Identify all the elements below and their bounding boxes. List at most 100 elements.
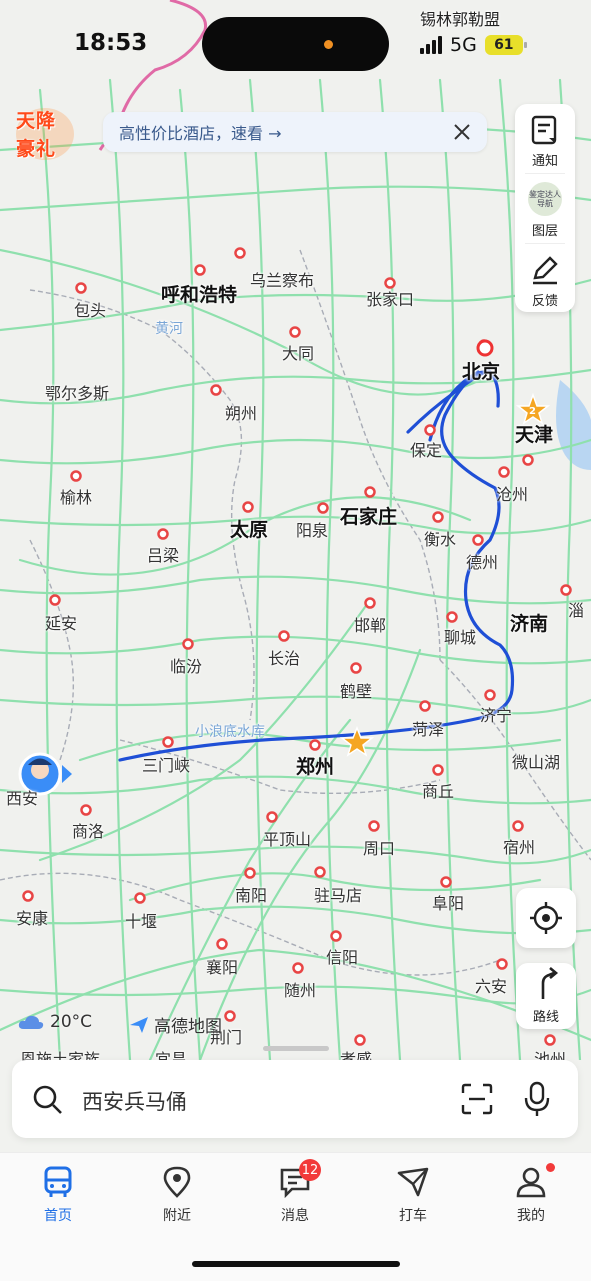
notification-button[interactable]: 通知 [515, 104, 575, 172]
city-dot [210, 384, 222, 396]
city-label[interactable]: 六安 [475, 973, 507, 997]
city-label[interactable]: 太原 [230, 515, 268, 542]
promo-badge-line2: 豪礼 [16, 138, 57, 160]
city-label[interactable]: 阳泉 [296, 517, 328, 541]
city-dot [544, 1034, 556, 1046]
notification-label: 通知 [531, 154, 558, 169]
city-label[interactable]: 鹤壁 [340, 678, 372, 702]
city-dot [432, 511, 444, 523]
feedback-icon [533, 256, 558, 285]
city-label[interactable]: 呼和浩特 [161, 280, 237, 307]
city-dot [419, 700, 431, 712]
city-label[interactable]: 北京 [462, 357, 500, 384]
city-dot [314, 866, 326, 878]
city-label[interactable]: 平顶山 [263, 826, 311, 850]
city-dot [134, 892, 146, 904]
city-dot [522, 454, 534, 466]
city-label[interactable]: 济宁 [480, 702, 512, 726]
status-time: 18:53 [74, 30, 148, 56]
feedback-button[interactable]: 反馈 [515, 244, 575, 312]
layers-button[interactable]: 鉴定达人导航 图层 [515, 174, 575, 242]
city-label[interactable]: 朔州 [225, 400, 257, 424]
city-label[interactable]: 微山湖 [512, 749, 560, 773]
city-dot [364, 597, 376, 609]
scan-icon[interactable] [460, 1082, 494, 1116]
city-label[interactable]: 衡水 [424, 526, 456, 550]
route-button[interactable]: 路线 [516, 963, 576, 1029]
city-label[interactable]: 三门峡 [142, 752, 190, 776]
battery-icon: 61 [484, 35, 527, 55]
city-label[interactable]: 济南 [510, 609, 548, 636]
city-label[interactable]: 长治 [268, 645, 300, 669]
city-label[interactable]: 商丘 [422, 778, 454, 802]
drawer-handle[interactable] [263, 1046, 329, 1051]
city-dot [70, 470, 82, 482]
water-label: 小浪底水库 [195, 724, 265, 740]
layers-icon: 鉴定达人导航 [528, 182, 562, 216]
city-dot [330, 930, 342, 942]
city-dot [440, 876, 452, 888]
city-label[interactable]: 西安 [6, 785, 38, 809]
city-label[interactable]: 驻马店 [314, 882, 362, 906]
close-icon[interactable] [449, 119, 475, 145]
city-dot [234, 247, 246, 259]
city-label[interactable]: 沧州 [496, 481, 528, 505]
message-badge: 12 [299, 1159, 321, 1181]
city-label[interactable]: 阜阳 [432, 890, 464, 914]
city-label[interactable]: 菏泽 [412, 716, 444, 740]
weather-widget[interactable]: 20°C [18, 1012, 92, 1032]
city-label[interactable]: 宿州 [503, 834, 535, 858]
city-label[interactable]: 榆林 [60, 484, 92, 508]
city-label[interactable]: 张家口 [366, 286, 414, 310]
locate-button[interactable] [516, 888, 576, 948]
city-dot [194, 264, 206, 276]
city-label[interactable]: 邯郸 [354, 612, 386, 636]
city-label[interactable]: 郑州 [296, 752, 334, 779]
city-label[interactable]: 淄 [568, 597, 584, 621]
city-label[interactable]: 大同 [282, 340, 314, 364]
crosshair-icon [530, 902, 562, 934]
city-label[interactable]: 临汾 [170, 653, 202, 677]
city-dot [182, 638, 194, 650]
city-dot [512, 820, 524, 832]
city-dot [424, 424, 436, 436]
city-label[interactable]: 随州 [284, 977, 316, 1001]
cloud-icon [18, 1015, 44, 1029]
city-label[interactable]: 鄂尔多斯 [45, 380, 109, 404]
city-label[interactable]: 安康 [16, 905, 48, 929]
city-label[interactable]: 包头 [74, 297, 106, 321]
city-dot [22, 890, 34, 902]
city-label[interactable]: 襄阳 [206, 954, 238, 978]
promo-badge[interactable]: 天降 豪礼 [14, 104, 76, 162]
city-dot [354, 1034, 366, 1046]
city-dot [162, 736, 174, 748]
side-toolbar: 通知 鉴定达人导航 图层 反馈 [515, 104, 575, 312]
tab-profile-label: 我的 [517, 1208, 545, 1224]
search-input[interactable]: 西安兵马俑 [82, 1086, 187, 1116]
city-label[interactable]: 商洛 [72, 818, 104, 842]
brand-name: 高德地图 [154, 1017, 222, 1037]
promo-banner[interactable]: 高性价比酒店，速看 → [103, 112, 487, 152]
tab-nearby-label: 附近 [163, 1208, 191, 1224]
city-label[interactable]: 延安 [45, 610, 77, 634]
tab-home-label: 首页 [44, 1208, 72, 1224]
city-label[interactable]: 保定 [410, 437, 442, 461]
city-label[interactable]: 十堰 [125, 908, 157, 932]
city-label[interactable]: 天津 [515, 420, 553, 447]
city-label[interactable]: 信阳 [326, 944, 358, 968]
city-dot [484, 689, 496, 701]
city-label[interactable]: 乌兰察布 [250, 267, 314, 291]
brand-logo: 高德地图 [128, 1012, 222, 1037]
city-label[interactable]: 吕梁 [147, 542, 179, 566]
city-dot [560, 584, 572, 596]
status-bar: 18:53 锡林郭勒盟 5G 61 [0, 0, 591, 90]
city-label[interactable]: 南阳 [235, 882, 267, 906]
city-label[interactable]: 聊城 [444, 624, 476, 648]
microphone-icon[interactable] [522, 1080, 552, 1118]
route-icon [541, 967, 559, 999]
route-label: 路线 [532, 1010, 559, 1025]
city-label[interactable]: 周口 [363, 835, 395, 859]
city-label[interactable]: 石家庄 [340, 502, 397, 529]
search-card[interactable]: 西安兵马俑 [12, 1060, 578, 1138]
city-label[interactable]: 德州 [466, 549, 498, 573]
